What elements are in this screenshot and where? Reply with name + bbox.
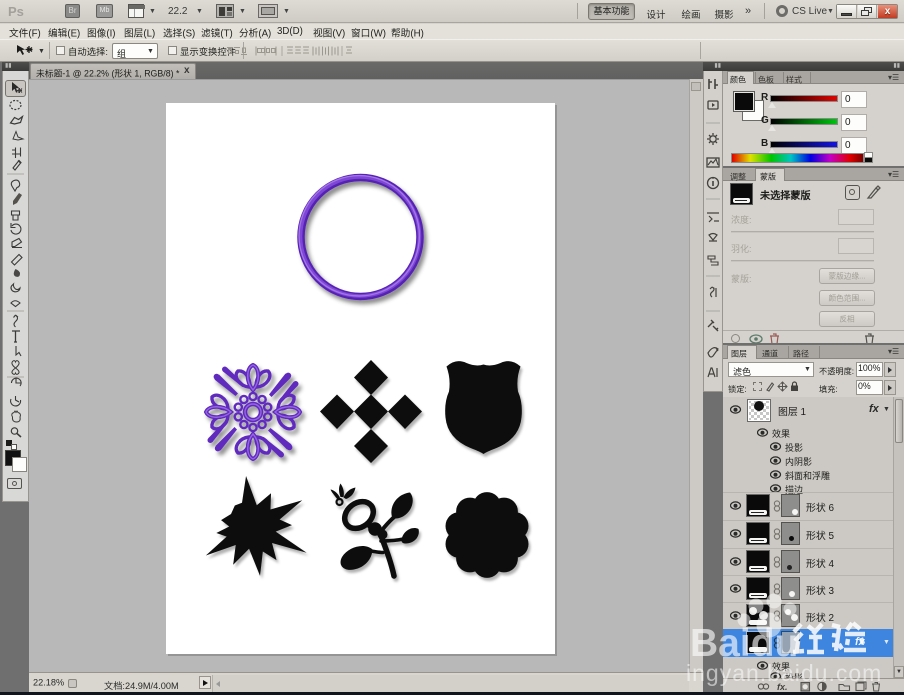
svg-text:fx.: fx. (777, 682, 788, 692)
